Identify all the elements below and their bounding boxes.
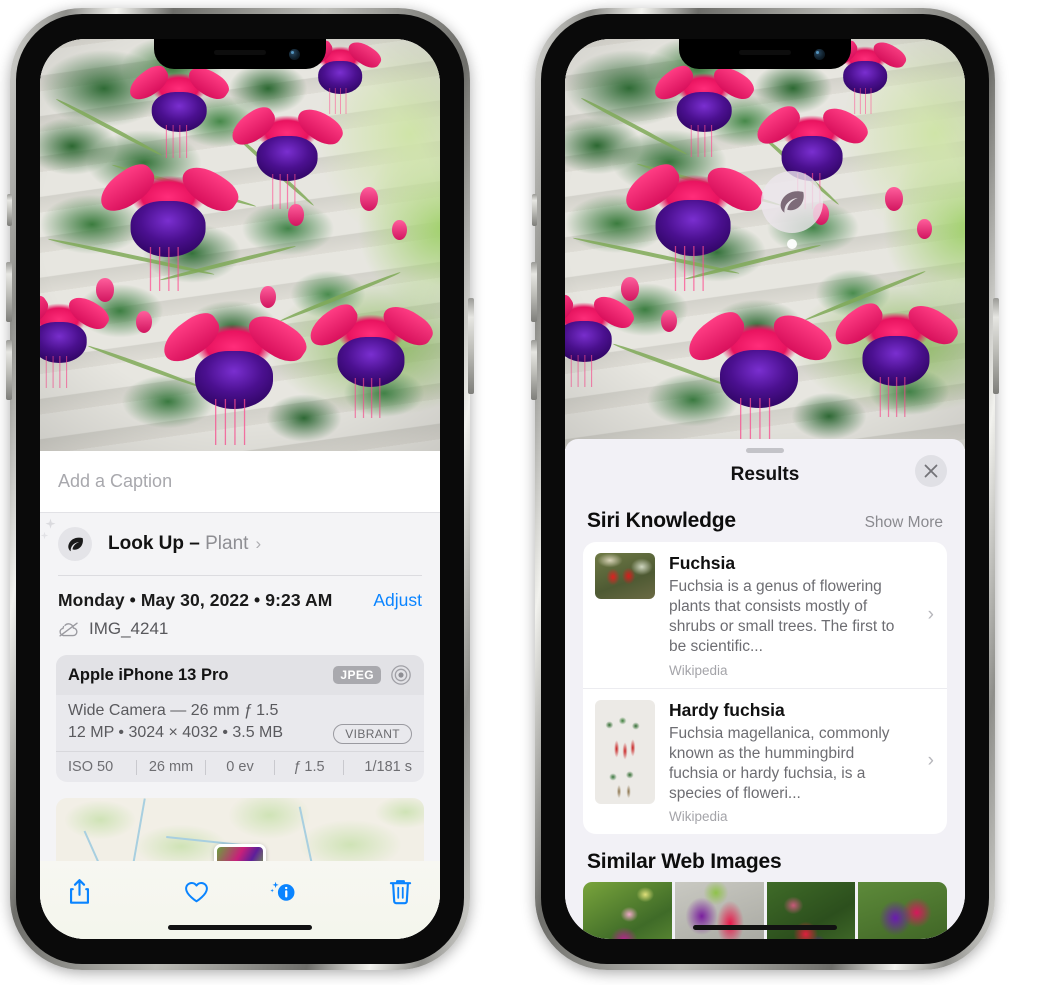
photo-viewer[interactable] (565, 39, 965, 449)
web-image-thumb[interactable] (858, 882, 947, 939)
look-up-text: Look Up (108, 533, 184, 554)
close-icon (924, 464, 938, 478)
front-camera (814, 49, 825, 60)
file-name-row: IMG_4241 (58, 619, 422, 639)
volume-up-button[interactable] (6, 262, 12, 322)
look-up-row[interactable]: Look Up – Plant › (40, 513, 440, 575)
screenshot-stage: Add a Caption Look Up – Plant › Monday •… (0, 0, 1055, 985)
photo-info-sheet: Add a Caption Look Up – Plant › Monday •… (40, 451, 440, 939)
aperture-icon (391, 665, 411, 685)
web-image-thumb[interactable] (674, 882, 764, 939)
stat-shutter: 1/181 s (364, 759, 412, 775)
photo-vignette (565, 39, 965, 449)
knowledge-text: Fuchsia Fuchsia is a genus of flowering … (655, 553, 935, 678)
silent-switch[interactable] (7, 194, 12, 226)
exif-stats-row: ISO 50 26 mm 0 ev ƒ 1.5 1/181 s (56, 751, 424, 782)
caption-placeholder: Add a Caption (58, 471, 173, 491)
leaf-icon (58, 527, 92, 561)
format-badge: JPEG (333, 666, 381, 684)
front-camera (289, 49, 300, 60)
photographic-style-badge: VIBRANT (333, 724, 412, 744)
knowledge-title: Hardy fuchsia (669, 699, 785, 720)
exif-card[interactable]: Apple iPhone 13 Pro JPEG Wide Camera — 2… (56, 655, 424, 782)
knowledge-description: Fuchsia is a genus of flowering plants t… (669, 578, 895, 656)
siri-knowledge-title: Siri Knowledge (587, 509, 736, 532)
knowledge-description: Fuchsia magellanica, commonly known as t… (669, 724, 890, 802)
results-header: Results (565, 453, 965, 497)
results-sheet: Results Siri Knowledge Show More Fuchsia… (565, 439, 965, 939)
favorite-button[interactable] (153, 877, 240, 907)
knowledge-item[interactable]: Fuchsia Fuchsia is a genus of flowering … (583, 542, 947, 688)
share-button[interactable] (66, 877, 153, 907)
photo-date: Monday • May 30, 2022 • 9:23 AM (58, 590, 333, 610)
earpiece-speaker (739, 50, 791, 55)
screen-right: Results Siri Knowledge Show More Fuchsia… (565, 39, 965, 939)
stat-iso: ISO 50 (68, 759, 114, 775)
info-sparkle-icon (270, 881, 295, 901)
heart-icon (185, 881, 208, 903)
knowledge-thumbnail (595, 553, 655, 599)
screen-left: Add a Caption Look Up – Plant › Monday •… (40, 39, 440, 939)
similar-web-images-strip[interactable] (583, 882, 947, 939)
silent-switch[interactable] (532, 194, 537, 226)
home-indicator[interactable] (168, 925, 312, 930)
power-button[interactable] (993, 298, 999, 394)
visual-lookup-badge[interactable] (761, 171, 823, 233)
stat-focal: 26 mm (148, 759, 194, 775)
home-indicator[interactable] (693, 925, 837, 930)
volume-down-button[interactable] (531, 340, 537, 400)
exif-device-row: Apple iPhone 13 Pro JPEG (56, 655, 424, 695)
siri-knowledge-header: Siri Knowledge Show More (565, 497, 965, 542)
knowledge-source: Wikipedia (669, 662, 728, 678)
stat-aperture: ƒ 1.5 (293, 759, 325, 775)
chevron-right-icon: › (927, 603, 934, 625)
knowledge-source: Wikipedia (669, 809, 728, 825)
knowledge-title: Fuchsia (669, 553, 736, 573)
chevron-right-icon: › (255, 534, 262, 553)
results-title: Results (730, 464, 800, 485)
iphone-left: Add a Caption Look Up – Plant › Monday •… (6, 8, 474, 970)
trash-icon (389, 880, 412, 905)
look-up-dash: – (184, 533, 206, 554)
notch (154, 39, 326, 69)
similar-web-images-header: Similar Web Images (565, 834, 965, 882)
look-up-label: Look Up – Plant › (108, 533, 261, 555)
share-icon (69, 879, 90, 904)
delete-button[interactable] (327, 877, 414, 907)
file-name: IMG_4241 (89, 619, 169, 638)
photo-vignette (40, 39, 440, 451)
stat-ev: 0 ev (226, 759, 254, 775)
info-button[interactable] (240, 877, 327, 907)
device-name: Apple iPhone 13 Pro (68, 665, 229, 684)
caption-field[interactable]: Add a Caption (40, 451, 440, 513)
knowledge-item[interactable]: Hardy fuchsia Fuchsia magellanica, commo… (583, 687, 947, 835)
exif-lens-block: Wide Camera — 26 mm ƒ 1.5 12 MP • 3024 ×… (56, 695, 424, 751)
volume-up-button[interactable] (531, 262, 537, 322)
web-image-thumb[interactable] (766, 882, 856, 939)
adjust-button[interactable]: Adjust (373, 590, 422, 611)
volume-down-button[interactable] (6, 340, 12, 400)
earpiece-speaker (214, 50, 266, 55)
photo-viewer[interactable] (40, 39, 440, 451)
show-more-button[interactable]: Show More (865, 514, 943, 532)
similar-web-images-title: Similar Web Images (587, 850, 782, 874)
look-up-subject: Plant (205, 533, 249, 554)
power-button[interactable] (468, 298, 474, 394)
iphone-right: Results Siri Knowledge Show More Fuchsia… (531, 8, 999, 970)
date-block: Monday • May 30, 2022 • 9:23 AM Adjust I… (40, 576, 440, 641)
sparkle-small-icon (40, 531, 49, 540)
web-image-thumb[interactable] (583, 882, 672, 939)
cloud-slash-icon (59, 621, 78, 637)
chevron-right-icon: › (927, 750, 934, 772)
close-button[interactable] (915, 455, 947, 487)
leaf-icon (780, 191, 804, 213)
lens-info: Wide Camera — 26 mm ƒ 1.5 (68, 702, 279, 719)
knowledge-text: Hardy fuchsia Fuchsia magellanica, commo… (655, 700, 935, 825)
siri-knowledge-card: Fuchsia Fuchsia is a genus of flowering … (583, 542, 947, 835)
knowledge-thumbnail (595, 699, 655, 804)
notch (679, 39, 851, 69)
